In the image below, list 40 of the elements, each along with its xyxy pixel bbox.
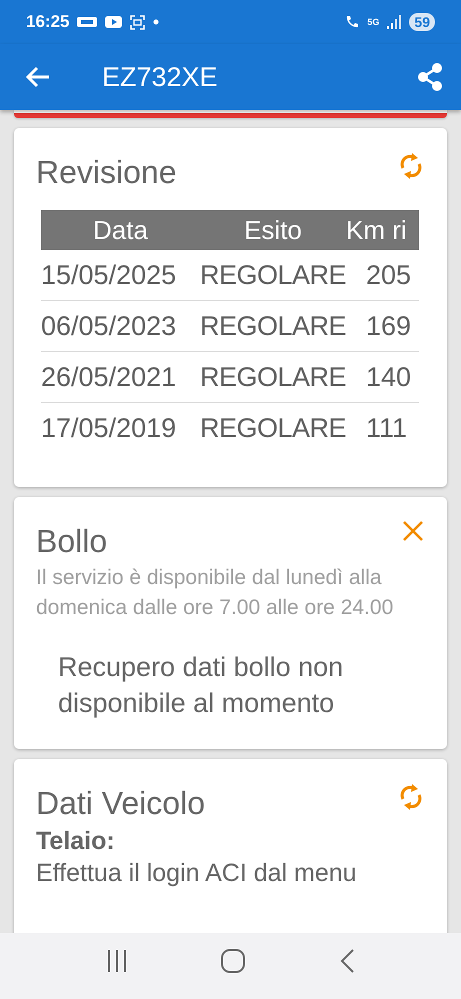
home-icon[interactable] [221,949,246,973]
status-message: Recupero dati bollo non disponibile al momento [58,651,344,720]
field-label: Telaio: [36,826,116,857]
message-app-icon [77,16,98,28]
card-title: Revisione [36,153,177,192]
video-icon [105,16,122,28]
table-cell-text: 26/05/2021 [41,362,178,392]
refresh-icon[interactable] [399,152,423,180]
screenshot-icon [130,14,146,30]
window-title: EZ732XE [102,62,219,92]
share-button[interactable] [417,63,443,91]
table-cell: REGOLARE [200,260,346,290]
table-cell-text: 205 [365,260,412,290]
table-cell-text: 15/05/2025 [41,260,178,290]
table-cell-text: 06/05/2023 [41,310,178,342]
call-icon [345,15,360,29]
status-time: 16:25 [26,12,70,32]
field-value: Effettua il login ACI dal menu [36,858,358,889]
recent-apps-icon[interactable] [107,950,128,972]
card-title: Bollo [36,522,108,561]
service-note: Il servizio è disponibile dal lunedì alla domenica dalle ore 7.00 alle ore 24.00 [36,565,394,621]
table-cell-text: 140 [365,362,412,392]
table-cell: REGOLARE [200,362,346,392]
table-cell-text: 169 [365,310,412,342]
back-icon[interactable] [340,949,354,973]
table-cell: REGOLARE [200,310,346,342]
column-header: Data [92,214,149,246]
refresh-icon[interactable] [399,783,423,811]
battery-level: 59 [409,13,435,31]
back-button[interactable] [26,66,50,88]
card-title: Dati Veicolo [36,784,205,823]
signal-icon [387,15,402,29]
table-cell: REGOLARE [200,412,346,444]
dot-icon [153,19,160,25]
table-cell-text: 17/05/2019 [41,412,178,444]
close-icon[interactable] [403,521,423,541]
network-type: 5G [367,18,380,26]
table-cell-text: 111 [365,412,408,444]
column-header: Km ri [346,214,408,246]
column-header: Esito [243,214,303,246]
